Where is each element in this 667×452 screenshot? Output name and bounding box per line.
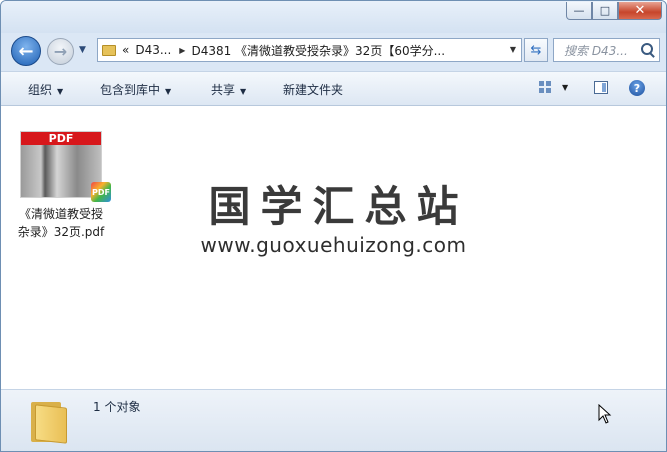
back-button[interactable]: ← (11, 36, 41, 66)
refresh-icon: ⇆ (530, 42, 542, 58)
breadcrumb-overflow[interactable]: « (122, 43, 129, 57)
forward-arrow-icon: → (53, 42, 68, 61)
share-button[interactable]: 共享 ▼ (211, 81, 246, 98)
new-folder-label: 新建文件夹 (283, 83, 344, 97)
chevron-down-icon: ▼ (165, 87, 172, 96)
breadcrumb-item-d43[interactable]: D43... (135, 43, 171, 57)
organize-button[interactable]: 组织 ▼ (28, 81, 63, 98)
maximize-button[interactable]: □ (592, 2, 618, 20)
include-in-library-label: 包含到库中 (100, 83, 161, 97)
command-bar: 组织 ▼ 包含到库中 ▼ 共享 ▼ 新建文件夹 ▼ ? (1, 71, 666, 106)
recent-pages-dropdown[interactable]: ▼ (79, 45, 86, 55)
watermark-url: www.guoxuehuizong.com (200, 233, 467, 257)
chevron-down-icon: ▼ (240, 87, 247, 96)
search-icon[interactable] (641, 43, 653, 55)
search-placeholder: 搜索 D43... (564, 43, 628, 58)
include-in-library-button[interactable]: 包含到库中 ▼ (100, 81, 171, 98)
view-options-dropdown-icon[interactable]: ▼ (562, 83, 568, 92)
organize-label: 组织 (28, 83, 53, 97)
search-input[interactable]: 搜索 D43... (553, 38, 660, 62)
details-pane: 1 个对象 (1, 389, 666, 451)
file-list-pane[interactable]: PDF PDF 《清微道教受授 杂录》32页.pdf 国学汇总站 www.guo… (1, 106, 666, 389)
caption-buttons: — □ ✕ (566, 2, 662, 20)
refresh-button[interactable]: ⇆ (524, 38, 548, 62)
back-arrow-icon: ← (18, 40, 34, 62)
watermark: 国学汇总站 www.guoxuehuizong.com (1, 182, 666, 258)
breadcrumb-item-current[interactable]: D4381 《清微道教受授杂录》32页【60学分... (191, 42, 445, 59)
chevron-right-icon[interactable]: ▶ (179, 46, 185, 55)
forward-button[interactable]: → (47, 38, 74, 65)
new-folder-button[interactable]: 新建文件夹 (283, 81, 343, 98)
preview-pane-icon[interactable] (594, 81, 608, 94)
chevron-down-icon: ▼ (57, 87, 64, 96)
item-count: 1 个对象 (93, 400, 141, 414)
watermark-title: 国学汇总站 (208, 182, 469, 231)
change-view-icon[interactable] (539, 81, 552, 94)
close-button[interactable]: ✕ (618, 2, 662, 20)
address-bar[interactable]: « D43... ▶ D4381 《清微道教受授杂录》32页【60学分... ▼ (97, 38, 522, 62)
help-icon[interactable]: ? (629, 80, 645, 96)
title-bar: — □ ✕ (1, 1, 666, 33)
address-dropdown-icon[interactable]: ▼ (510, 45, 516, 54)
explorer-window: — □ ✕ ← → ▼ « D43... ▶ D4381 《清微道教受授杂录》3… (0, 0, 667, 452)
minimize-button[interactable]: — (566, 2, 592, 20)
share-label: 共享 (211, 83, 236, 97)
large-folder-icon (31, 398, 71, 444)
navigation-row: ← → ▼ « D43... ▶ D4381 《清微道教受授杂录》32页【60学… (1, 33, 666, 69)
folder-icon (102, 44, 116, 56)
pdf-thumbnail-band: PDF (21, 132, 101, 145)
